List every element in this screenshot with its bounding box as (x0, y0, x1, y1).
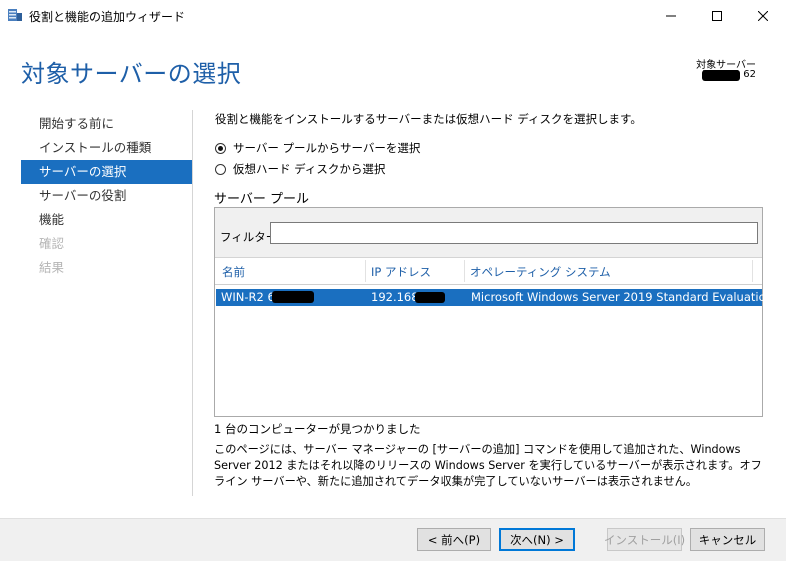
column-header-ip[interactable]: IP アドレス (371, 264, 431, 280)
radio-unchecked-icon[interactable] (215, 163, 226, 175)
window-title: 役割と機能の追加ウィザード (29, 10, 186, 24)
filter-bar: フィルター: (215, 208, 762, 258)
table-header: 名前 IP アドレス オペレーティング システム (215, 258, 762, 285)
minimize-icon (666, 15, 676, 16)
info-note: このページには、サーバー マネージャーの [サーバーの追加] コマンドを使用して… (214, 443, 762, 488)
nav-item-installation-type[interactable]: インストールの種類 (21, 136, 192, 160)
maximize-icon (712, 10, 722, 21)
redaction-mark (415, 292, 445, 303)
radio-pool-label: サーバー プールからサーバーを選択 (233, 141, 421, 155)
redaction-mark (272, 291, 314, 303)
wizard-steps-nav: 開始する前に インストールの種類 サーバーの選択 サーバーの役割 機能 確認 結… (21, 112, 192, 280)
nav-item-before-you-begin[interactable]: 開始する前に (21, 112, 192, 136)
close-icon (758, 10, 768, 21)
column-separator[interactable] (365, 260, 366, 282)
column-separator[interactable] (752, 260, 753, 282)
column-separator[interactable] (464, 260, 465, 282)
row-operating-system: Microsoft Windows Server 2019 Standard E… (471, 290, 773, 304)
nav-item-server-roles[interactable]: サーバーの役割 (21, 184, 192, 208)
filter-input[interactable] (270, 222, 758, 244)
nav-item-features[interactable]: 機能 (21, 208, 192, 232)
server-pool-title: サーバー プール (214, 192, 310, 207)
cancel-button[interactable]: キャンセル (690, 528, 765, 551)
minimize-button[interactable] (648, 0, 694, 31)
nav-divider (192, 110, 193, 496)
radio-select-from-pool[interactable]: サーバー プールからサーバーを選択 (215, 140, 420, 156)
radio-vhd-label: 仮想ハード ディスクから選択 (233, 162, 386, 176)
redaction-mark (702, 70, 740, 81)
previous-button[interactable]: < 前へ(P) (417, 528, 491, 551)
radio-checked-icon[interactable] (215, 142, 226, 154)
title-bar[interactable]: 役割と機能の追加ウィザード (0, 0, 786, 31)
nav-item-results: 結果 (39, 260, 65, 275)
radio-select-vhd[interactable]: 仮想ハード ディスクから選択 (215, 161, 385, 177)
column-header-os[interactable]: オペレーティング システム (470, 264, 611, 280)
computers-found-count: 1 台のコンピューターが見つかりました (214, 422, 421, 436)
page-title: 対象サーバーの選択 (21, 60, 242, 88)
wizard-window: 役割と機能の追加ウィザード 対象サーバーの選択 対象サーバー WIN-R2 62… (0, 0, 786, 561)
column-header-name[interactable]: 名前 (222, 264, 245, 280)
server-pool-panel: フィルター: 名前 IP アドレス オペレーティング システム WIN-R2 6… (214, 207, 773, 417)
server-manager-icon (7, 7, 23, 23)
install-button: インストール(I) (604, 528, 685, 551)
page-description: 役割と機能をインストールするサーバーまたは仮想ハード ディスクを選択します。 (215, 112, 642, 126)
maximize-button[interactable] (694, 0, 740, 31)
next-button[interactable]: 次へ(N) > (499, 528, 575, 551)
close-button[interactable] (740, 0, 786, 31)
nav-item-confirmation: 確認 (39, 236, 65, 251)
button-bar: < 前へ(P) 次へ(N) > インストール(I) キャンセル (0, 518, 786, 561)
nav-item-server-selection[interactable]: サーバーの選択 (21, 160, 192, 184)
